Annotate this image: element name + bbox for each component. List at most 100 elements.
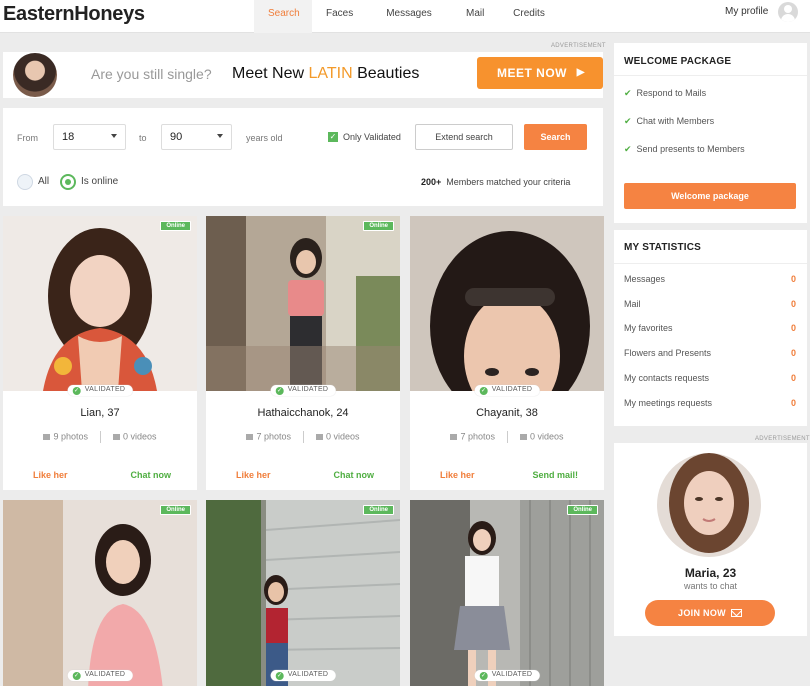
profile-photo[interactable]: Online <box>3 216 197 391</box>
shield-check-icon: ✓ <box>275 387 284 395</box>
years-old-label: years old <box>246 133 283 143</box>
chat-ad-name: Maria, 23 <box>684 566 737 580</box>
validated-badge: ✓ VALIDATED <box>270 385 336 396</box>
chat-ad-subtitle: wants to chat <box>683 581 738 591</box>
age-to-select[interactable]: 90 <box>161 124 232 150</box>
radio-is-online-label[interactable]: Is online <box>81 176 118 187</box>
welcome-item: ✔ Chat with Members <box>624 116 715 126</box>
site-logo[interactable]: EasternHoneys <box>3 3 145 26</box>
stat-row-meetings[interactable]: My meetings requests 0 <box>624 398 796 408</box>
join-now-button[interactable]: JOIN NOW <box>645 600 775 626</box>
welcome-package-panel: WELCOME PACKAGE ✔ Respond to Mails ✔ Chat … <box>614 43 807 223</box>
my-statistics-panel: MY STATISTICS Messages 0 Mail 0 My favorit… <box>614 230 807 426</box>
shield-check-icon: ✓ <box>72 387 81 395</box>
chevron-down-icon <box>111 134 117 138</box>
chat-ad-panel[interactable]: Maria, 23 wants to chat JOIN NOW <box>614 443 807 636</box>
validated-badge: ✓ VALIDATED <box>474 670 540 681</box>
chevron-down-icon <box>217 134 223 138</box>
statistics-title: MY STATISTICS <box>624 242 702 253</box>
shield-check-icon: ✓ <box>72 672 81 680</box>
meet-now-button[interactable]: MEET NOW ▶ <box>477 57 603 89</box>
online-badge: Online <box>363 221 394 231</box>
stat-row-favorites[interactable]: My favorites 0 <box>624 323 796 333</box>
like-her-button[interactable]: Like her <box>440 470 475 480</box>
photo-icon <box>43 434 51 440</box>
validated-badge: ✓ VALIDATED <box>270 670 336 681</box>
banner-question: Are you still single? <box>91 66 212 82</box>
radio-is-online[interactable] <box>60 174 76 190</box>
profile-photo[interactable] <box>410 216 604 391</box>
like-her-button[interactable]: Like her <box>33 470 68 480</box>
advertisement-label: ADVERTISEMENT <box>755 436 810 442</box>
online-badge: Online <box>567 505 598 515</box>
checkmark-icon: ✔ <box>624 144 632 154</box>
nav-credits[interactable]: Credits <box>498 0 560 33</box>
only-validated-label[interactable]: Only Validated <box>343 132 401 142</box>
stat-row-mail[interactable]: Mail 0 <box>624 299 796 309</box>
search-button[interactable]: Search <box>524 124 587 150</box>
profile-photo[interactable]: Online <box>206 216 400 391</box>
profile-card[interactable]: Online ✓ VALIDATED <box>206 500 400 686</box>
user-avatar-icon[interactable] <box>778 2 798 22</box>
profile-photo[interactable]: Online <box>206 500 400 686</box>
profile-photo[interactable]: Online <box>3 500 197 686</box>
validated-badge: ✓ VALIDATED <box>67 670 133 681</box>
profile-card[interactable]: Online ✓ VALIDATED <box>410 500 604 686</box>
profile-card[interactable]: Online ✓ VALIDATED <box>3 500 197 686</box>
online-badge: Online <box>160 505 191 515</box>
advertisement-label: ADVERTISEMENT <box>551 43 606 49</box>
nav-faces[interactable]: Faces <box>312 0 366 33</box>
chat-now-button[interactable]: Chat now <box>131 470 172 480</box>
profile-card[interactable]: Online ✓ VALIDATED Hathaicchanok, 24 7 ph… <box>206 216 400 490</box>
only-validated-checkbox[interactable]: ✓ <box>328 132 338 142</box>
extend-search-button[interactable]: Extend search <box>415 124 513 150</box>
chat-now-button[interactable]: Chat now <box>334 470 375 480</box>
online-badge: Online <box>160 221 191 231</box>
ad-banner[interactable]: Are you still single? Meet New LATIN Bea… <box>3 52 603 98</box>
age-from-select[interactable]: 18 <box>53 124 126 150</box>
profile-card[interactable]: ✓ VALIDATED Chayanit, 38 7 photos 0 videos… <box>410 216 604 490</box>
welcome-item: ✔ Send presents to Members <box>624 144 745 154</box>
online-badge: Online <box>363 505 394 515</box>
profile-name[interactable]: Chayanit, 38 <box>410 407 604 419</box>
maria-photo[interactable] <box>657 453 761 557</box>
checkmark-icon: ✔ <box>624 88 632 98</box>
shield-check-icon: ✓ <box>479 672 488 680</box>
banner-headline: Meet New LATIN Beauties <box>232 65 420 82</box>
shield-check-icon: ✓ <box>275 672 284 680</box>
from-label: From <box>17 133 38 143</box>
validated-badge: ✓ VALIDATED <box>474 385 540 396</box>
my-profile-link[interactable]: My profile <box>725 6 768 17</box>
nav-search[interactable]: Search <box>254 0 312 33</box>
to-label: to <box>139 133 147 143</box>
stat-row-messages[interactable]: Messages 0 <box>624 274 796 284</box>
photo-icon <box>246 434 254 440</box>
nav-messages[interactable]: Messages <box>366 0 452 33</box>
profile-stats: 9 photos 0 videos <box>3 431 197 443</box>
profile-photo[interactable]: Online <box>410 500 604 686</box>
profile-name[interactable]: Hathaicchanok, 24 <box>206 407 400 419</box>
stat-row-contacts[interactable]: My contacts requests 0 <box>624 373 796 383</box>
validated-badge: ✓ VALIDATED <box>67 385 133 396</box>
video-icon <box>113 434 120 440</box>
radio-all-label[interactable]: All <box>38 176 49 187</box>
profile-name[interactable]: Lian, 37 <box>3 407 197 419</box>
checkmark-icon: ✔ <box>624 116 632 126</box>
welcome-item: ✔ Respond to Mails <box>624 88 707 98</box>
profile-card[interactable]: Online ✓ VALIDATED Lian, 37 9 photos 0 vid… <box>3 216 197 490</box>
photo-icon <box>450 434 458 440</box>
send-mail-button[interactable]: Send mail! <box>532 470 578 480</box>
like-her-button[interactable]: Like her <box>236 470 271 480</box>
search-filter-panel: From 18 to 90 years old ✓ Only Validated… <box>3 108 603 206</box>
profile-stats: 7 photos 0 videos <box>206 431 400 443</box>
welcome-package-title: WELCOME PACKAGE <box>624 56 732 67</box>
matched-count: 200+ Members matched your criteria <box>421 177 571 187</box>
nav-mail[interactable]: Mail <box>452 0 498 33</box>
stat-row-flowers[interactable]: Flowers and Presents 0 <box>624 348 796 358</box>
main-nav: Search Faces Messages Mail Credits <box>254 0 560 33</box>
welcome-package-button[interactable]: Welcome package <box>624 183 796 209</box>
profile-stats: 7 photos 0 videos <box>410 431 604 443</box>
radio-all[interactable] <box>17 174 33 190</box>
banner-avatar <box>13 53 57 97</box>
video-play-icon: ▶ <box>576 67 585 78</box>
